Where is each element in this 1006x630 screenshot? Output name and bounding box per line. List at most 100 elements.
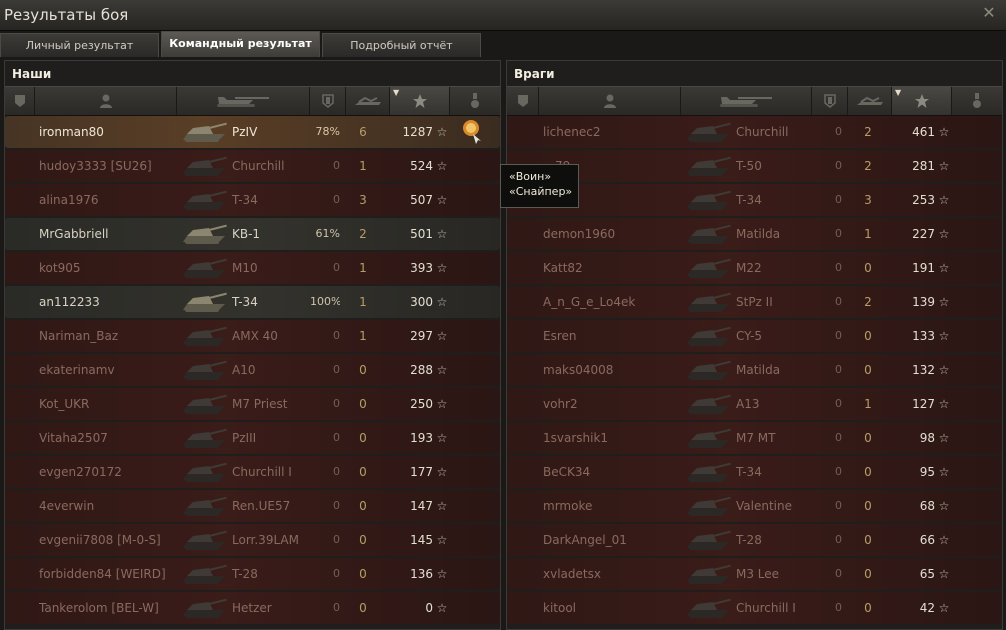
tank-name: AMX 40: [232, 329, 278, 343]
table-row[interactable]: hudoy3333 [SU26] Churchill 0 1 524 ☆: [5, 150, 500, 182]
tank-image: [177, 354, 229, 386]
kills-value: 2: [359, 227, 367, 241]
xp-star-icon: ☆: [938, 329, 950, 343]
table-row[interactable]: demon1960 Matilda 0 1 227 ☆: [507, 218, 1002, 250]
xp-value: 193: [410, 431, 433, 445]
xp-star-icon: ☆: [938, 295, 950, 309]
tank-image: [681, 388, 733, 420]
player-icon[interactable]: [35, 87, 177, 115]
table-row[interactable]: A_n_G_e_Lo4ek StPz II 0 2 139 ☆: [507, 286, 1002, 318]
player-name: A_n_G_e_Lo4ek: [543, 295, 636, 309]
table-row[interactable]: 1svarshik1 M7 MT 0 0 98 ☆: [507, 422, 1002, 454]
xp-value: 253: [912, 193, 935, 207]
xp-value: 177: [410, 465, 433, 479]
xp-star-icon[interactable]: ▼: [390, 87, 450, 115]
tank-name: StPz II: [736, 295, 773, 309]
xp-star-icon: ☆: [938, 125, 950, 139]
damage-shield-icon[interactable]: [812, 87, 848, 115]
table-row[interactable]: kot905 M10 0 1 393 ☆: [5, 252, 500, 284]
table-row[interactable]: evgenii7808 [M-0-S] Lorr.39LAM 0 0 145 ☆: [5, 524, 500, 556]
tank-name: T-34: [736, 193, 762, 207]
medal-icon[interactable]: [450, 87, 500, 115]
xp-value: 42: [919, 601, 935, 615]
tank-icon[interactable]: [177, 87, 310, 115]
xp-star-icon: ☆: [436, 363, 448, 377]
xp-star-icon: ☆: [938, 567, 950, 581]
tab-team-result[interactable]: Командный результат: [161, 31, 320, 57]
table-row[interactable]: kitool Churchill I 0 0 42 ☆: [507, 592, 1002, 624]
xp-value: 461: [912, 125, 935, 139]
xp-star-icon: ☆: [436, 329, 448, 343]
squad-icon[interactable]: [507, 87, 539, 115]
achievement-medal-icon[interactable]: [461, 116, 483, 148]
damage-value: 78%: [315, 125, 340, 138]
player-name: kitool: [543, 601, 577, 615]
kills-value: 0: [359, 465, 367, 479]
table-row[interactable]: forbidden84 [WEIRD] T-28 0 0 136 ☆: [5, 558, 500, 590]
damage-value: 0: [835, 159, 842, 172]
xp-value: 507: [410, 193, 433, 207]
tank-image: [177, 218, 229, 250]
tank-icon[interactable]: [681, 87, 812, 115]
table-row[interactable]: …79T-5002281☆: [507, 150, 1002, 182]
tank-name: T-28: [232, 567, 258, 581]
table-row[interactable]: mrmoke Valentine 0 0 68 ☆: [507, 490, 1002, 522]
table-row[interactable]: xvladetsx M3 Lee 0 0 65 ☆: [507, 558, 1002, 590]
close-icon[interactable]: ✕: [980, 4, 998, 22]
kills-icon[interactable]: [346, 87, 390, 115]
table-row[interactable]: an112233 T-34 100% 1 300 ☆: [5, 286, 500, 318]
xp-star-icon: ☆: [436, 125, 448, 139]
table-row[interactable]: Vitaha2507 PzIII 0 0 193 ☆: [5, 422, 500, 454]
kills-icon[interactable]: [848, 87, 892, 115]
table-row[interactable]: Kot_UKR M7 Priest 0 0 250 ☆: [5, 388, 500, 420]
tank-image: [177, 490, 229, 522]
table-row[interactable]: lichenec2 Churchill 0 2 461 ☆: [507, 116, 1002, 148]
table-row[interactable]: Nariman_Baz AMX 40 0 1 297 ☆: [5, 320, 500, 352]
kills-value: 0: [359, 363, 367, 377]
tank-name: A10: [232, 363, 256, 377]
player-name: evgen270172: [39, 465, 122, 479]
table-row[interactable]: maks04008 Matilda 0 0 132 ☆: [507, 354, 1002, 386]
tank-name: Hetzer: [232, 601, 272, 615]
tank-image: [177, 286, 229, 318]
table-row[interactable]: ekaterinamv A10 0 0 288 ☆: [5, 354, 500, 386]
table-row[interactable]: alina1976 T-34 0 3 507 ☆: [5, 184, 500, 216]
table-row[interactable]: 4everwin Ren.UE57 0 0 147 ☆: [5, 490, 500, 522]
kills-value: 0: [359, 567, 367, 581]
xp-value: 250: [410, 397, 433, 411]
tank-image: [681, 286, 733, 318]
xp-star-icon: ☆: [436, 601, 448, 615]
xp-star-icon[interactable]: ▼: [892, 87, 952, 115]
table-row[interactable]: ironman80 PzIV 78% 6 1287 ☆: [5, 116, 500, 148]
tank-image: [681, 558, 733, 590]
table-row[interactable]: Katt82 M22 0 0 191 ☆: [507, 252, 1002, 284]
damage-value: 0: [835, 431, 842, 444]
table-row[interactable]: vohr2 A13 0 1 127 ☆: [507, 388, 1002, 420]
tank-image: [681, 592, 733, 624]
xp-value: 1287: [402, 125, 433, 139]
player-name: vohr2: [543, 397, 578, 411]
table-row[interactable]: Esren CY-5 0 0 133 ☆: [507, 320, 1002, 352]
tank-image: [681, 456, 733, 488]
player-icon[interactable]: [539, 87, 681, 115]
table-row[interactable]: DarkAngel_01 T-28 0 0 66 ☆: [507, 524, 1002, 556]
medal-icon[interactable]: [952, 87, 1002, 115]
damage-value: 0: [333, 193, 340, 206]
damage-shield-icon[interactable]: [310, 87, 346, 115]
player-name: Tankerolom [BEL-W]: [39, 601, 159, 615]
table-row[interactable]: BeCK34 T-34 0 0 95 ☆: [507, 456, 1002, 488]
table-row[interactable]: evgen270172 Churchill I 0 0 177 ☆: [5, 456, 500, 488]
xp-star-icon: ☆: [436, 567, 448, 581]
damage-value: 0: [333, 397, 340, 410]
table-row[interactable]: …_05T-3403253☆: [507, 184, 1002, 216]
tab-detailed-report[interactable]: Подробный отчёт: [322, 33, 481, 57]
table-row[interactable]: MrGabbriell KB-1 61% 2 501 ☆: [5, 218, 500, 250]
table-row[interactable]: Tankerolom [BEL-W] Hetzer 0 0 0 ☆: [5, 592, 500, 624]
tank-name: T-34: [232, 193, 258, 207]
tank-name: T-34: [232, 295, 258, 309]
player-name: Vitaha2507: [39, 431, 108, 445]
tab-personal-result[interactable]: Личный результат: [0, 33, 159, 57]
squad-icon[interactable]: [5, 87, 35, 115]
sort-arrow-icon: ▼: [393, 88, 400, 97]
kills-value: 1: [359, 295, 367, 309]
